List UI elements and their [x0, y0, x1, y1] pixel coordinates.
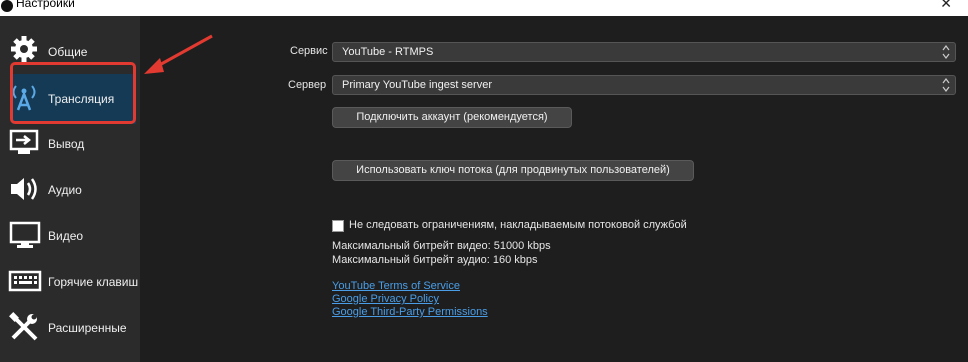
- keyboard-icon: [8, 270, 42, 292]
- window-title: Настройки: [16, 0, 75, 10]
- output-icon: [9, 129, 39, 154]
- google-privacy-link[interactable]: Google Privacy Policy: [332, 293, 439, 305]
- sidebar-item-audio[interactable]: Аудио: [0, 168, 140, 212]
- service-select[interactable]: YouTube - RTMPS: [332, 42, 956, 62]
- ignore-limits-checkbox[interactable]: [332, 220, 344, 232]
- connect-account-button[interactable]: Подключить аккаунт (рекомендуется): [332, 107, 572, 128]
- gear-icon: [11, 36, 37, 62]
- youtube-tos-link[interactable]: YouTube Terms of Service: [332, 280, 460, 292]
- title-bar: Настройки ✕: [0, 0, 968, 16]
- updown-arrow-icon: [942, 45, 950, 59]
- sidebar-item-label: Аудио: [48, 183, 82, 197]
- sidebar-item-label: Общие: [48, 45, 88, 59]
- max-video-bitrate: Максимальный битрейт видео: 51000 kbps: [332, 240, 551, 252]
- app-icon: [1, 0, 13, 12]
- highlight-frame: [10, 62, 136, 124]
- sidebar-item-label: Видео: [48, 229, 84, 243]
- speaker-icon: [11, 178, 37, 200]
- updown-arrow-icon: [942, 78, 950, 92]
- close-icon[interactable]: ✕: [940, 0, 952, 12]
- server-value: Primary YouTube ingest server: [342, 79, 492, 91]
- ignore-limits-label: Не следовать ограничениям, накладываемым…: [349, 219, 687, 231]
- google-third-party-link[interactable]: Google Third-Party Permissions: [332, 306, 488, 318]
- sidebar-item-output[interactable]: Вывод: [0, 122, 140, 166]
- server-label: Сервер: [288, 79, 327, 91]
- service-label: Сервис: [290, 45, 328, 57]
- sidebar-item-label: Вывод: [48, 137, 85, 151]
- sidebar-item-advanced[interactable]: Расширенные: [0, 306, 140, 350]
- monitor-icon: [9, 221, 41, 248]
- annotation-arrow: [144, 34, 213, 74]
- use-stream-key-button[interactable]: Использовать ключ потока (для продвинуты…: [332, 160, 694, 181]
- sidebar-item-hotkeys[interactable]: Горячие клавиш: [0, 260, 140, 304]
- max-audio-bitrate: Максимальный битрейт аудио: 160 kbps: [332, 254, 538, 266]
- sidebar-item-label: Горячие клавиш: [48, 275, 139, 289]
- sidebar-item-video[interactable]: Видео: [0, 214, 140, 258]
- sidebar-item-label: Расширенные: [48, 321, 127, 335]
- tools-icon: [9, 312, 38, 341]
- service-value: YouTube - RTMPS: [342, 46, 434, 58]
- server-select[interactable]: Primary YouTube ingest server: [332, 75, 956, 95]
